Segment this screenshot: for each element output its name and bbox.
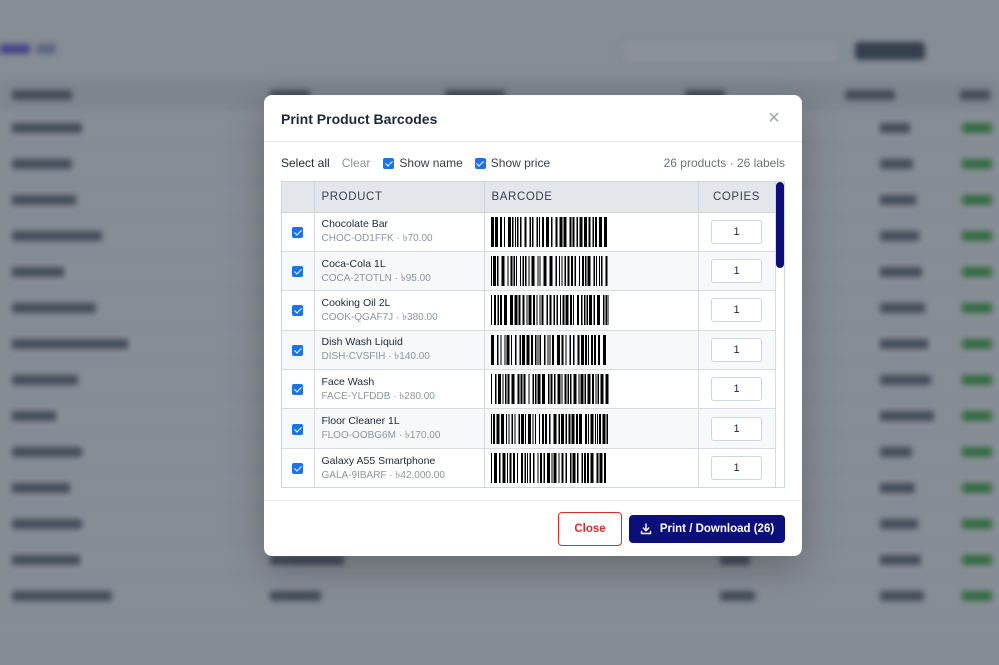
selection-summary: 26 products · 26 labels (663, 156, 785, 170)
copies-input[interactable] (711, 337, 762, 362)
header-copies: COPIES (698, 182, 776, 213)
row-checkbox[interactable] (292, 266, 304, 278)
table-row: Floor Cleaner 1L FLOO-OOBG6M · ৳170.00 (282, 408, 776, 449)
row-checkbox[interactable] (292, 384, 304, 396)
row-checkbox[interactable] (292, 344, 304, 356)
row-checkbox[interactable] (292, 423, 304, 435)
copies-cell (698, 251, 776, 292)
show-price-checkbox[interactable] (474, 157, 486, 169)
product-sku-price: DISH-CVSFIH · ৳140.00 (321, 351, 430, 363)
barcode-image (490, 453, 698, 484)
product-cell: Galaxy A55 Smartphone GALA-9IBARF · ৳42,0… (314, 448, 485, 487)
row-select-cell (282, 290, 315, 331)
product-name: Galaxy A55 Smartphone (321, 454, 436, 467)
barcode-image (490, 216, 698, 247)
show-price-label: Show price (490, 156, 551, 170)
row-select-cell (282, 369, 315, 410)
table-row: Cooking Oil 2L COOK-QGAF7J · ৳380.00 (282, 290, 776, 331)
barcode-cell (484, 330, 699, 371)
product-name: Coca-Cola 1L (321, 257, 386, 270)
copies-input[interactable] (711, 377, 762, 402)
copies-cell (698, 290, 776, 331)
dialog-header: Print Product Barcodes × (264, 95, 802, 142)
product-name: Dish Wash Liquid (321, 336, 403, 349)
product-name: Cooking Oil 2L (321, 296, 391, 309)
barcode-image (490, 374, 698, 405)
product-cell: Cooking Oil 2L COOK-QGAF7J · ৳380.00 (314, 290, 485, 331)
row-select-cell (282, 212, 315, 252)
print-download-button[interactable]: Print / Download (26) (629, 515, 785, 543)
table-row: Face Wash FACE-YLFDDB · ৳280.00 (282, 369, 776, 410)
close-button[interactable]: Close (558, 512, 622, 546)
row-checkbox[interactable] (292, 226, 304, 238)
table-row: Dish Wash Liquid DISH-CVSFIH · ৳140.00 (282, 330, 776, 371)
product-sku-price: GALA-9IBARF · ৳42,000.00 (321, 469, 445, 481)
header-product: PRODUCT (314, 182, 485, 213)
download-icon (640, 523, 652, 535)
product-cell: Dish Wash Liquid DISH-CVSFIH · ৳140.00 (314, 330, 485, 371)
copies-cell (698, 408, 776, 449)
product-name: Floor Cleaner 1L (321, 415, 400, 428)
products-table: PRODUCT BARCODE COPIES Chocolate Bar CHOC… (282, 182, 776, 487)
product-cell: Chocolate Bar CHOC-OD1FFK · ৳70.00 (314, 212, 485, 252)
barcode-cell (484, 251, 699, 292)
copies-input[interactable] (711, 259, 762, 284)
copies-input[interactable] (711, 456, 762, 481)
product-cell: Coca-Cola 1L COCA-2TOTLN · ৳95.00 (314, 251, 485, 292)
barcode-image (490, 334, 698, 365)
table-row: Coca-Cola 1L COCA-2TOTLN · ৳95.00 (282, 251, 776, 292)
barcode-image (490, 413, 698, 444)
barcode-cell (484, 408, 699, 449)
dialog-title: Print Product Barcodes (281, 111, 438, 127)
show-name-label: Show name (399, 156, 463, 170)
header-barcode: BARCODE (484, 182, 699, 213)
product-sku-price: FLOO-OOBG6M · ৳170.00 (321, 430, 441, 442)
product-cell: Floor Cleaner 1L FLOO-OOBG6M · ৳170.00 (314, 408, 485, 449)
dialog-footer: Close Print / Download (26) (264, 500, 802, 556)
copies-cell (698, 330, 776, 371)
barcode-image (490, 295, 698, 326)
row-checkbox[interactable] (292, 305, 304, 317)
table-row: Chocolate Bar CHOC-OD1FFK · ৳70.00 (282, 212, 776, 252)
barcode-cell (484, 369, 699, 410)
barcode-cell (484, 290, 699, 331)
print-download-label: Print / Download (26) (659, 523, 775, 535)
product-sku-price: COCA-2TOTLN · ৳95.00 (321, 272, 431, 284)
row-select-cell (282, 330, 315, 371)
copies-input[interactable] (711, 298, 762, 323)
product-name: Chocolate Bar (321, 218, 389, 231)
table-header-row: PRODUCT BARCODE COPIES (282, 182, 776, 213)
product-sku-price: COOK-QGAF7J · ৳380.00 (321, 311, 438, 323)
show-name-checkbox[interactable] (383, 157, 395, 169)
print-barcodes-dialog: Print Product Barcodes × Select all Clea… (264, 95, 802, 556)
show-price-toggle[interactable]: Show price (474, 156, 551, 170)
copies-cell (698, 369, 776, 410)
clear-link[interactable]: Clear (342, 156, 371, 170)
copies-cell (698, 448, 776, 487)
selection-toolbar: Select all Clear Show name Show price 26… (281, 153, 785, 173)
product-sku-price: CHOC-OD1FFK · ৳70.00 (321, 233, 433, 245)
product-cell: Face Wash FACE-YLFDDB · ৳280.00 (314, 369, 485, 410)
copies-input[interactable] (711, 416, 762, 441)
table-scrollbar[interactable] (776, 182, 784, 268)
select-all-link[interactable]: Select all (281, 156, 330, 170)
close-icon[interactable]: × (766, 108, 782, 128)
row-checkbox[interactable] (292, 463, 304, 475)
header-select (282, 182, 315, 213)
barcode-cell (484, 448, 699, 487)
row-select-cell (282, 448, 315, 487)
copies-cell (698, 212, 776, 252)
products-table-container: PRODUCT BARCODE COPIES Chocolate Bar CHOC… (281, 181, 785, 488)
row-select-cell (282, 408, 315, 449)
barcode-cell (484, 212, 699, 252)
product-name: Face Wash (321, 375, 375, 388)
table-row: Galaxy A55 Smartphone GALA-9IBARF · ৳42,0… (282, 448, 776, 487)
show-name-toggle[interactable]: Show name (383, 156, 463, 170)
barcode-image (490, 256, 698, 287)
row-select-cell (282, 251, 315, 292)
copies-input[interactable] (711, 219, 762, 244)
product-sku-price: FACE-YLFDDB · ৳280.00 (321, 390, 435, 402)
